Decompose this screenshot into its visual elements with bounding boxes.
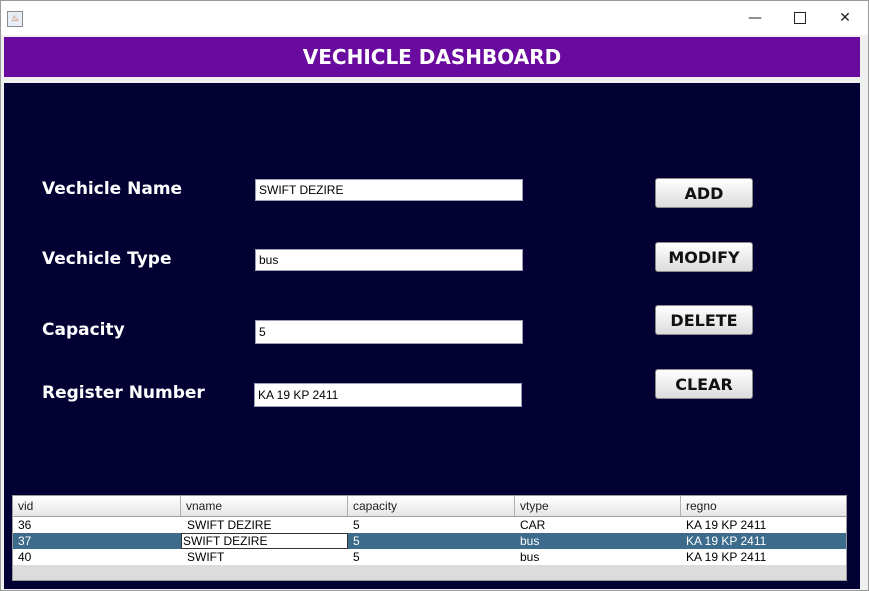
cell-vtype[interactable]: bus — [515, 533, 681, 549]
close-icon: ✕ — [839, 10, 851, 26]
cell-regno[interactable]: KA 19 KP 2411 — [681, 533, 846, 549]
capacity-label: Capacity — [42, 320, 125, 340]
cell-vname[interactable]: SWIFT — [181, 549, 348, 565]
title-bar[interactable]: ♨ — ✕ — [1, 1, 868, 35]
cell-vtype[interactable]: CAR — [515, 517, 681, 533]
cell-capacity[interactable]: 5 — [348, 517, 515, 533]
page-title: VECHICLE DASHBOARD — [302, 45, 562, 69]
capacity-field[interactable]: 5 — [255, 320, 523, 344]
modify-button[interactable]: MODIFY — [655, 242, 753, 272]
vehicle-type-label: Vechicle Type — [42, 249, 172, 269]
cell-vname[interactable]: SWIFT DEZIRE — [181, 517, 348, 533]
dashboard-header: VECHICLE DASHBOARD — [4, 37, 860, 77]
minimize-icon: — — [748, 10, 762, 26]
table-header: vid vname capacity vtype regno — [13, 496, 846, 517]
vehicle-table[interactable]: vid vname capacity vtype regno 36 SWIFT … — [12, 495, 847, 581]
column-header-vid[interactable]: vid — [13, 496, 181, 516]
cell-capacity[interactable]: 5 — [348, 549, 515, 565]
cell-capacity[interactable]: 5 — [348, 533, 515, 549]
java-cup-icon: ♨ — [7, 11, 23, 27]
clear-button[interactable]: CLEAR — [655, 369, 753, 399]
register-number-label: Register Number — [42, 383, 205, 403]
table-row-selected[interactable]: 37 SWIFT DEZIRE 5 bus KA 19 KP 2411 — [13, 533, 846, 549]
cell-regno[interactable]: KA 19 KP 2411 — [681, 517, 846, 533]
add-button[interactable]: ADD — [655, 178, 753, 208]
cell-regno[interactable]: KA 19 KP 2411 — [681, 549, 846, 565]
cell-vid[interactable]: 37 — [13, 533, 181, 549]
minimize-button[interactable]: — — [732, 1, 778, 35]
cell-vtype[interactable]: bus — [515, 549, 681, 565]
vehicle-type-field[interactable]: bus — [255, 249, 523, 271]
cell-vid[interactable]: 36 — [13, 517, 181, 533]
column-header-vtype[interactable]: vtype — [515, 496, 681, 516]
close-button[interactable]: ✕ — [822, 1, 868, 35]
column-header-vname[interactable]: vname — [181, 496, 348, 516]
cell-vid[interactable]: 40 — [13, 549, 181, 565]
register-number-field[interactable]: KA 19 KP 2411 — [254, 383, 522, 407]
app-window: ♨ — ✕ VECHICLE DASHBOARD Vechicle Name S… — [0, 0, 869, 591]
delete-button[interactable]: DELETE — [655, 305, 753, 335]
maximize-button[interactable] — [777, 1, 823, 35]
table-row[interactable]: 40 SWIFT 5 bus KA 19 KP 2411 — [13, 549, 846, 565]
column-header-regno[interactable]: regno — [681, 496, 846, 516]
maximize-icon — [794, 12, 806, 24]
cell-vname-editing[interactable]: SWIFT DEZIRE — [181, 533, 348, 549]
column-header-capacity[interactable]: capacity — [348, 496, 515, 516]
table-row[interactable]: 36 SWIFT DEZIRE 5 CAR KA 19 KP 2411 — [13, 517, 846, 533]
vehicle-name-field[interactable]: SWIFT DEZIRE — [255, 179, 523, 201]
vehicle-name-label: Vechicle Name — [42, 179, 183, 199]
